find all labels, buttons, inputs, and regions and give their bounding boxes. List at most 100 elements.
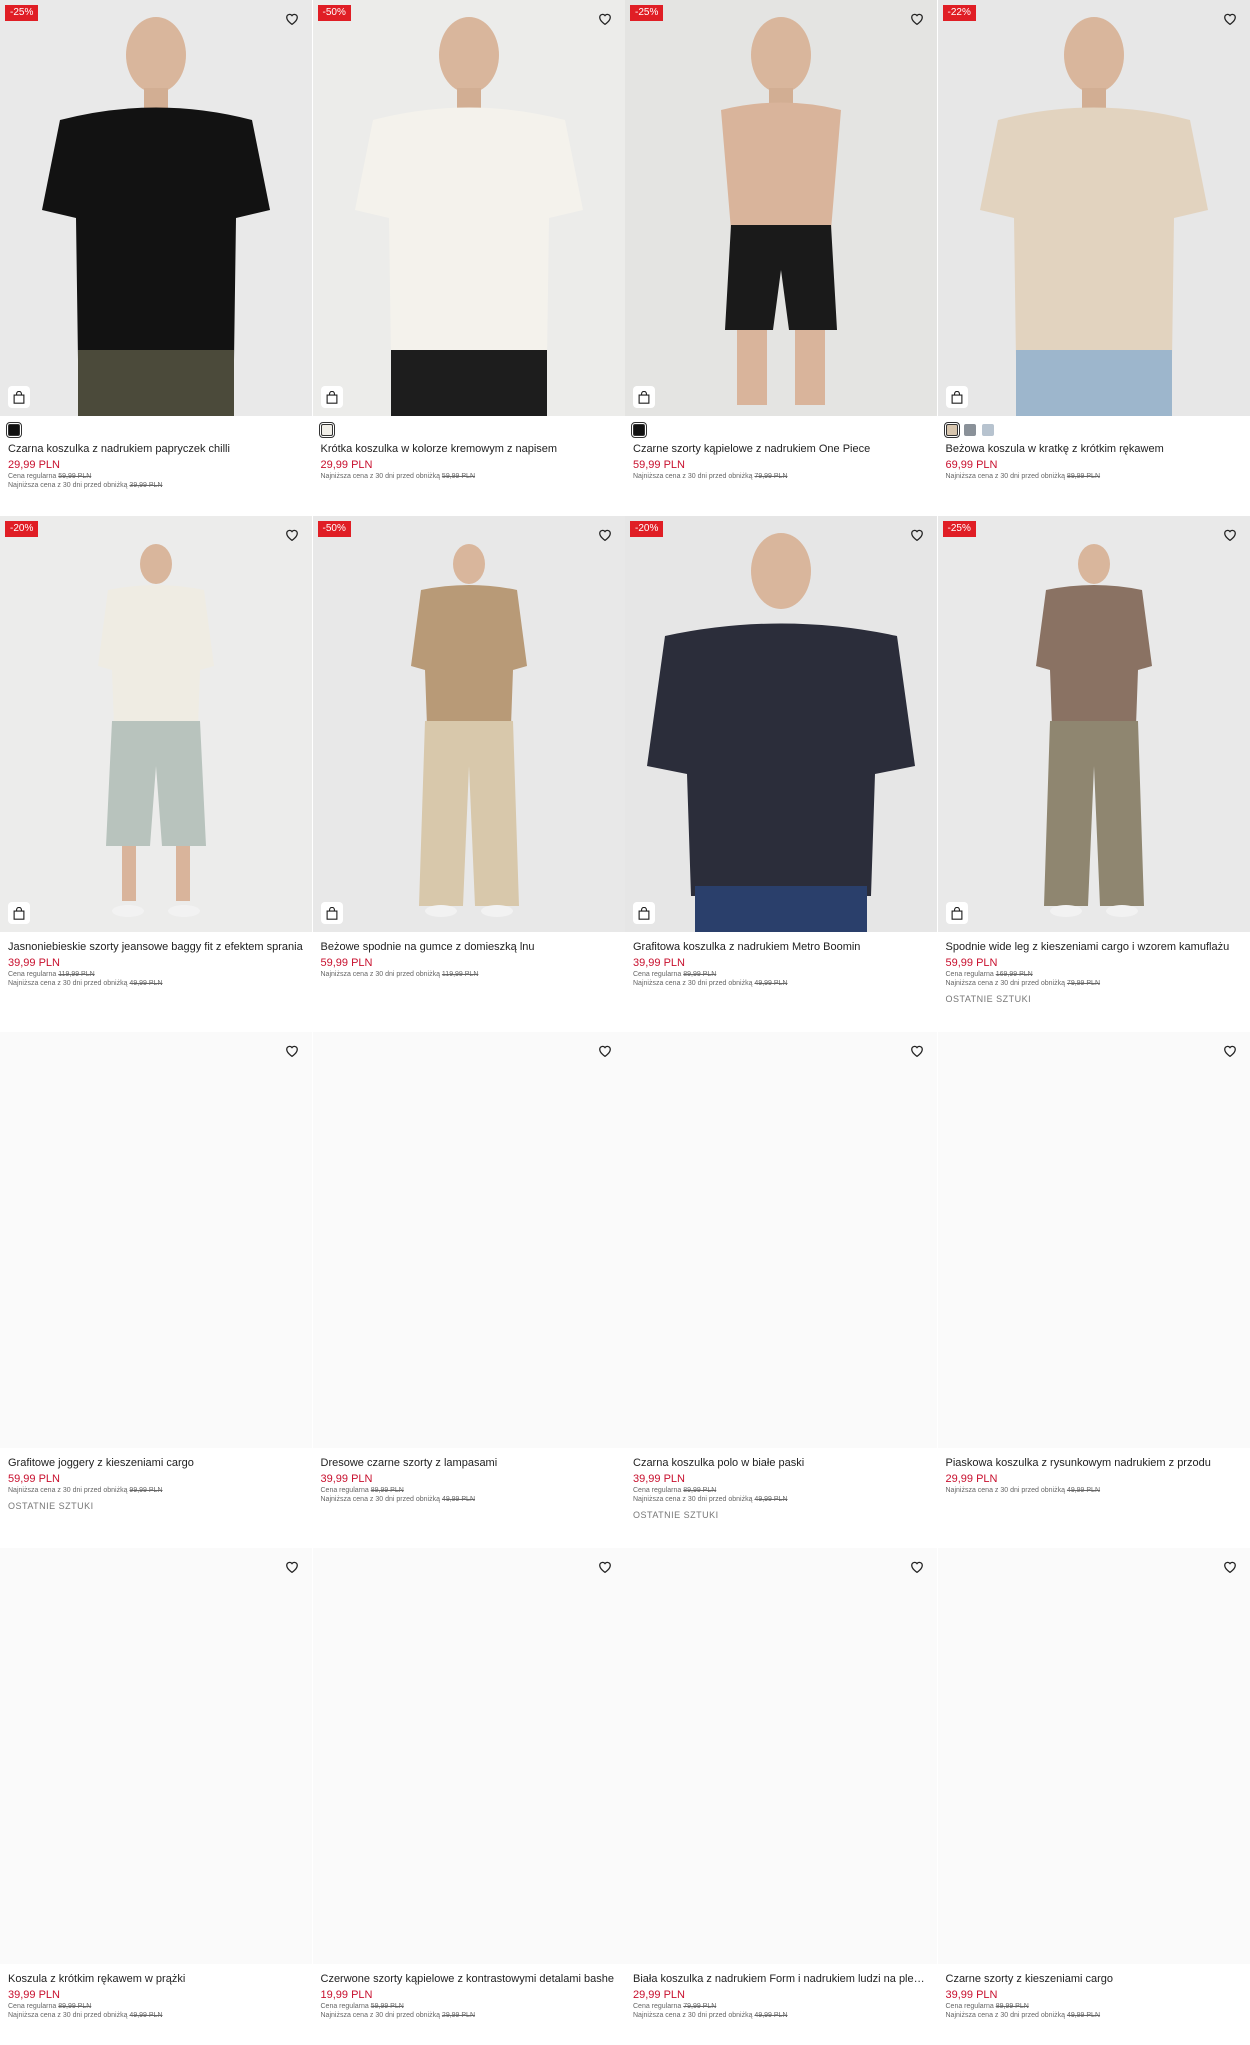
- heart-icon[interactable]: [595, 8, 615, 28]
- low-stock-note: OSTATNIE SZTUKI: [8, 1501, 94, 1511]
- product-image[interactable]: [0, 1548, 312, 1964]
- shopping-bag-icon[interactable]: [633, 386, 655, 408]
- product-card[interactable]: Biała koszulka z nadrukiem Form i nadruk…: [625, 1548, 938, 2045]
- product-price: 59,99 PLN: [633, 459, 685, 471]
- product-card[interactable]: -25% Czarne szorty kąpielowe z nadrukiem…: [625, 0, 938, 516]
- model-trousers: [1015, 350, 1172, 416]
- product-name[interactable]: Beżowa koszula w kratkę z krótkim rękawe…: [946, 442, 1243, 456]
- product-image[interactable]: [625, 1548, 937, 1964]
- product-name[interactable]: Koszula z krótkim rękawem w prążki: [8, 1972, 305, 1986]
- color-swatch[interactable]: [943, 422, 960, 438]
- product-card[interactable]: -25% Czarna koszulka z nadrukiem paprycz…: [0, 0, 313, 516]
- product-image[interactable]: [0, 1032, 312, 1448]
- heart-icon[interactable]: [595, 1040, 615, 1060]
- product-name[interactable]: Czarna koszulka polo w białe paski: [633, 1456, 930, 1470]
- product-name[interactable]: Czarna koszulka z nadrukiem papryczek ch…: [8, 442, 305, 456]
- shopping-bag-icon[interactable]: [945, 902, 968, 924]
- product-card[interactable]: Czarne szorty z kieszeniami cargo 39,99 …: [937, 1548, 1250, 2045]
- regular-price-value: 169,99 PLN: [995, 971, 1033, 978]
- product-image[interactable]: -50%: [312, 0, 625, 416]
- lowest-price: Najniższa cena z 30 dni przed obniżką 79…: [946, 979, 1243, 988]
- product-name[interactable]: Czerwone szorty kąpielowe z kontrastowym…: [321, 1972, 618, 1986]
- model-leg: [737, 330, 767, 405]
- heart-icon[interactable]: [1220, 1556, 1240, 1576]
- product-image[interactable]: -50%: [312, 516, 625, 932]
- product-image[interactable]: -20%: [625, 516, 937, 932]
- color-swatch[interactable]: [981, 424, 994, 436]
- product-name[interactable]: Jasnoniebieskie szorty jeansowe baggy fi…: [8, 940, 305, 954]
- product-name[interactable]: Krótka koszulka w kolorze kremowym z nap…: [321, 442, 618, 456]
- lowest-price-value: 49,99 PLN: [1066, 1487, 1101, 1494]
- product-card[interactable]: Czarna koszulka polo w białe paski 39,99…: [625, 1032, 938, 1548]
- product-info: Dresowe czarne szorty z lampasami 39,99 …: [313, 1448, 626, 1504]
- color-swatch[interactable]: [6, 422, 22, 438]
- model-trousers: [390, 350, 547, 416]
- regular-price: Cena regularna 119,99 PLN: [8, 970, 305, 979]
- product-name[interactable]: Piaskowa koszulka z rysunkowym nadrukiem…: [946, 1456, 1243, 1470]
- product-name[interactable]: Grafitowa koszulka z nadrukiem Metro Boo…: [633, 940, 930, 954]
- product-image[interactable]: [625, 1032, 937, 1448]
- product-image[interactable]: [937, 1032, 1250, 1448]
- heart-icon[interactable]: [907, 8, 927, 28]
- product-card[interactable]: Piaskowa koszulka z rysunkowym nadrukiem…: [937, 1032, 1250, 1548]
- product-name[interactable]: Czarne szorty kąpielowe z nadrukiem One …: [633, 442, 930, 456]
- product-name[interactable]: Spodnie wide leg z kieszeniami cargo i w…: [946, 940, 1243, 954]
- heart-icon[interactable]: [1220, 1040, 1240, 1060]
- product-image[interactable]: -20%: [0, 516, 312, 932]
- product-card[interactable]: -20% Grafitowa koszulka z nadrukiem Metr…: [625, 516, 938, 1032]
- product-image[interactable]: [312, 1548, 625, 1964]
- product-card[interactable]: Koszula z krótkim rękawem w prążki 39,99…: [0, 1548, 313, 2045]
- product-image[interactable]: -25%: [0, 0, 312, 416]
- product-name[interactable]: Beżowe spodnie na gumce z domieszką lnu: [321, 940, 618, 954]
- product-image[interactable]: [937, 1548, 1250, 1964]
- regular-price-value: 79,99 PLN: [683, 2003, 717, 2010]
- product-info: Czarna koszulka z nadrukiem papryczek ch…: [0, 416, 313, 490]
- shopping-bag-icon[interactable]: [945, 386, 968, 408]
- product-card[interactable]: -50% Beżowe spodnie na gumce z domieszką…: [312, 516, 626, 1032]
- product-card[interactable]: -25% Spodnie wide leg z kieszeniami carg…: [937, 516, 1250, 1032]
- color-swatch[interactable]: [318, 422, 335, 438]
- model-shoe: [424, 905, 457, 917]
- heart-icon[interactable]: [1220, 524, 1240, 544]
- product-card[interactable]: -50% Krótka koszulka w kolorze kremowym …: [312, 0, 626, 516]
- shopping-bag-icon[interactable]: [8, 902, 30, 924]
- heart-icon[interactable]: [282, 1040, 302, 1060]
- heart-icon[interactable]: [907, 1040, 927, 1060]
- heart-icon[interactable]: [595, 524, 615, 544]
- product-image[interactable]: -25%: [937, 516, 1250, 932]
- lowest-price-value: 49,99 PLN: [754, 1496, 788, 1503]
- model-trousers: [418, 721, 519, 906]
- product-info: Koszula z krótkim rękawem w prążki 39,99…: [0, 1964, 313, 2020]
- shopping-bag-icon[interactable]: [320, 386, 343, 408]
- heart-icon[interactable]: [907, 1556, 927, 1576]
- color-swatch[interactable]: [631, 422, 647, 438]
- product-image[interactable]: -22%: [937, 0, 1250, 416]
- product-price: 39,99 PLN: [945, 1989, 998, 2001]
- product-card[interactable]: Grafitowe joggery z kieszeniami cargo 59…: [0, 1032, 313, 1548]
- shopping-bag-icon[interactable]: [633, 902, 655, 924]
- product-name[interactable]: Grafitowe joggery z kieszeniami cargo: [8, 1456, 305, 1470]
- product-card[interactable]: -22% Beżowa koszula w kratkę z krótkim r…: [937, 0, 1250, 516]
- product-card[interactable]: Czerwone szorty kąpielowe z kontrastowym…: [312, 1548, 626, 2045]
- heart-icon[interactable]: [282, 524, 302, 544]
- lowest-price-label: Najniższa cena z 30 dni przed obniżką: [633, 1496, 753, 1503]
- product-card[interactable]: Dresowe czarne szorty z lampasami 39,99 …: [312, 1032, 626, 1548]
- heart-icon[interactable]: [907, 524, 927, 544]
- product-image[interactable]: [312, 1032, 625, 1448]
- model-trousers: [106, 721, 206, 846]
- product-name[interactable]: Dresowe czarne szorty z lampasami: [321, 1456, 618, 1470]
- heart-icon[interactable]: [595, 1556, 615, 1576]
- product-name[interactable]: Czarne szorty z kieszeniami cargo: [946, 1972, 1243, 1986]
- lowest-price-value: 99,99 PLN: [129, 1487, 163, 1494]
- heart-icon[interactable]: [282, 8, 302, 28]
- product-card[interactable]: -20% Jasnoniebieskie szorty jeansowe bag…: [0, 516, 313, 1032]
- regular-price: Cena regularna 89,99 PLN: [8, 2002, 305, 2011]
- product-image[interactable]: -25%: [625, 0, 937, 416]
- lowest-price-label: Najniższa cena z 30 dni przed obniżką: [320, 2012, 440, 2019]
- product-name[interactable]: Biała koszulka z nadrukiem Form i nadruk…: [633, 1972, 930, 1986]
- heart-icon[interactable]: [1220, 8, 1240, 28]
- shopping-bag-icon[interactable]: [320, 902, 343, 924]
- color-swatch[interactable]: [963, 424, 976, 436]
- heart-icon[interactable]: [282, 1556, 302, 1576]
- shopping-bag-icon[interactable]: [8, 386, 30, 408]
